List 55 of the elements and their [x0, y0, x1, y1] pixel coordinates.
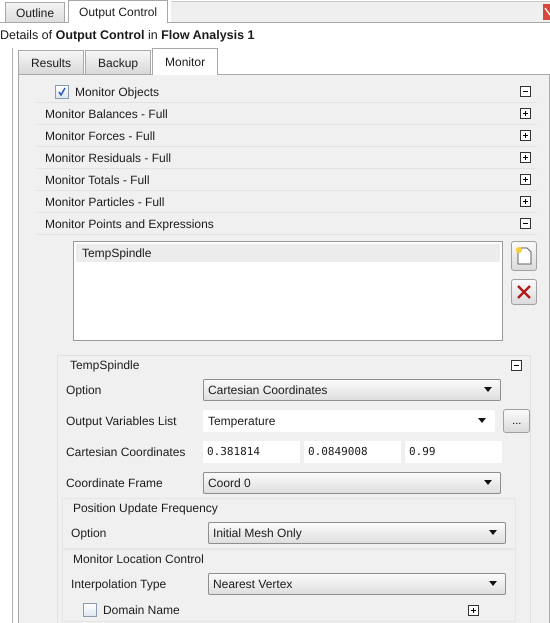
field-label: Option [66, 382, 102, 396]
coordinate-field[interactable]: 0.0849008 [304, 440, 401, 462]
group-title: TempSpindle [70, 358, 140, 372]
collapse-icon[interactable] [520, 218, 531, 229]
group-title: Position Update Frequency [72, 500, 219, 517]
browse-button[interactable]: ... [503, 408, 530, 432]
section-header[interactable]: Monitor Totals - Full [45, 172, 150, 186]
dropdown[interactable]: Nearest Vertex [208, 572, 506, 594]
details-heading: Details of Output Control in Flow Analysis 1 [0, 27, 256, 44]
field-label: Output Variables List [66, 414, 178, 428]
expand-icon[interactable] [520, 152, 531, 163]
delete-icon [517, 285, 531, 299]
panel-tab[interactable]: Outline [5, 2, 66, 22]
group-title: Monitor Location Control [72, 551, 205, 568]
collapse-icon[interactable] [520, 86, 531, 97]
checkbox-label: Monitor Objects [75, 84, 160, 98]
section-header[interactable]: Monitor Points and Expressions [45, 216, 214, 230]
checkbox[interactable] [83, 603, 97, 617]
dropdown-caret-icon [489, 530, 497, 535]
collapse-icon[interactable] [511, 360, 522, 370]
expand-icon[interactable] [520, 108, 531, 119]
expand-icon[interactable] [468, 604, 479, 616]
checkbox[interactable] [55, 84, 69, 98]
field-label: Interpolation Type [71, 576, 168, 590]
coordinate-field[interactable]: 0.99 [405, 440, 502, 462]
tab[interactable]: Backup [85, 50, 152, 74]
dropdown-caret-icon [478, 418, 486, 423]
close-icon[interactable] [543, 4, 550, 20]
monitor-point-list[interactable]: TempSpindle [73, 241, 503, 341]
delete-button[interactable] [511, 279, 537, 305]
panel-tab[interactable]: Output Control [68, 0, 168, 23]
dropdown-caret-icon [484, 480, 492, 485]
field-label: Option [71, 526, 108, 540]
dropdown[interactable]: Coord 0 [203, 472, 501, 494]
combo-field[interactable]: Temperature [203, 410, 496, 432]
dropdown-caret-icon [489, 581, 497, 586]
expand-icon[interactable] [520, 174, 531, 185]
field-label: Cartesian Coordinates [66, 444, 186, 458]
new-document-icon [515, 246, 533, 266]
tab[interactable]: Monitor [152, 48, 218, 75]
checkbox-label: Domain Name [103, 603, 180, 617]
dropdown[interactable]: Initial Mesh Only [208, 522, 506, 544]
dropdown[interactable]: Cartesian Coordinates [203, 378, 501, 400]
coordinate-field[interactable]: 0.381814 [203, 440, 300, 462]
field-label: Coordinate Frame [66, 476, 164, 490]
expand-icon[interactable] [520, 196, 531, 207]
section-header[interactable]: Monitor Forces - Full [45, 128, 156, 142]
expand-icon[interactable] [520, 130, 531, 141]
list-item[interactable]: TempSpindle [76, 244, 500, 262]
new-item-button[interactable] [511, 241, 537, 271]
section-header[interactable]: Monitor Particles - Full [45, 194, 164, 208]
section-header[interactable]: Monitor Residuals - Full [45, 150, 172, 164]
section-header[interactable]: Monitor Balances - Full [45, 106, 168, 120]
dropdown-caret-icon [484, 387, 492, 392]
tab[interactable]: Results [18, 50, 84, 74]
